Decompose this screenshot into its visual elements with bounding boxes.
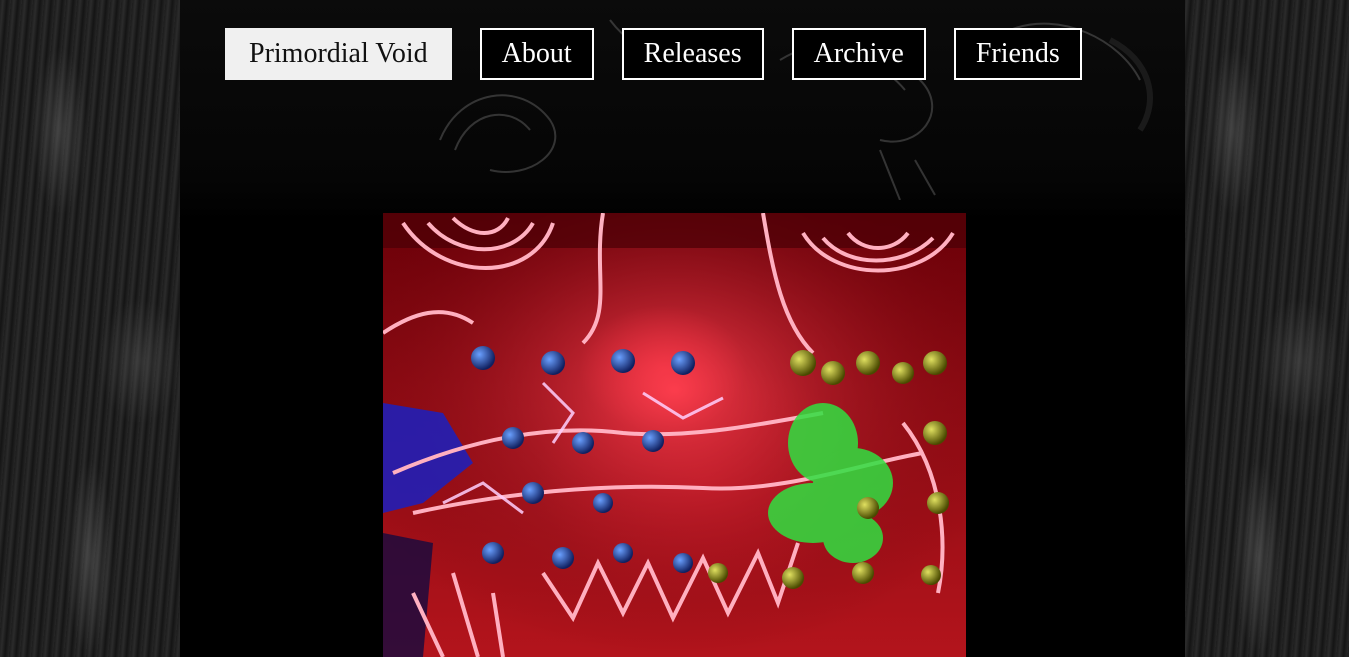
nav-home-primordial-void[interactable]: Primordial Void [225, 28, 452, 80]
nav-releases[interactable]: Releases [621, 28, 764, 80]
nav-friends[interactable]: Friends [953, 28, 1082, 80]
main-navigation: Primordial Void About Releases Archive F… [225, 28, 1082, 80]
featured-artwork-image [383, 213, 966, 657]
psychedelic-face-icon [383, 213, 966, 657]
background-texture-right [1184, 0, 1349, 657]
nav-archive[interactable]: Archive [791, 28, 926, 80]
background-texture-left [0, 0, 200, 657]
nav-about[interactable]: About [479, 28, 594, 80]
